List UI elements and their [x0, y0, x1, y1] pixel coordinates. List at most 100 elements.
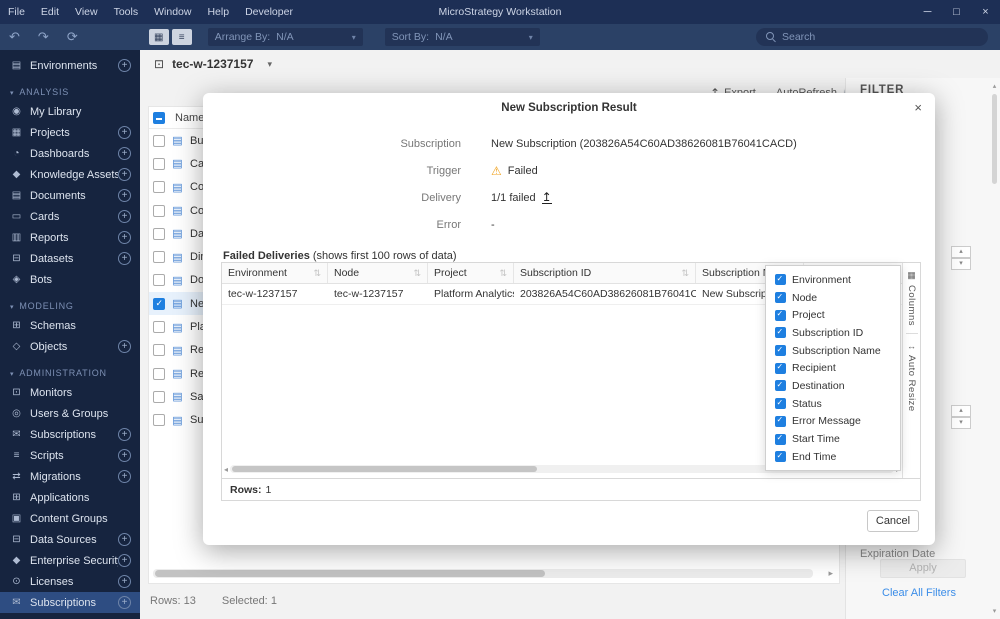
add-icon[interactable]: +	[118, 554, 131, 567]
row-checkbox[interactable]	[153, 251, 165, 264]
sidebar-item[interactable]: ◇ Objects +	[0, 336, 140, 357]
add-icon[interactable]: +	[118, 147, 131, 160]
search-box[interactable]	[756, 28, 988, 46]
menu-item[interactable]: Help	[199, 0, 237, 24]
apply-button[interactable]: Apply	[880, 559, 966, 578]
column-toggle-item[interactable]: End Time	[766, 448, 900, 466]
stepper-down-icon[interactable]: ▾	[951, 417, 971, 429]
horizontal-scrollbar[interactable]	[153, 569, 813, 578]
list-view-button[interactable]: ≡	[171, 29, 192, 45]
undo-icon[interactable]: ↶	[0, 29, 29, 45]
columns-icon[interactable]: ▦	[907, 270, 916, 281]
export-icon[interactable]: ↥	[541, 191, 552, 204]
table-column-header[interactable]: Subscription ID ⇅	[514, 263, 696, 283]
sidebar-item[interactable]: ⊟ Data Sources +	[0, 529, 140, 550]
sidebar-item[interactable]: ◔ Dashboards +	[0, 143, 140, 164]
column-toggle-item[interactable]: Subscription ID	[766, 324, 900, 342]
sidebar-item[interactable]: ▥ Reports +	[0, 227, 140, 248]
sidebar-item[interactable]: ✉ Subscriptions +	[0, 592, 140, 613]
column-checkbox[interactable]	[775, 433, 786, 445]
row-checkbox[interactable]	[153, 297, 165, 310]
add-icon[interactable]: +	[118, 533, 131, 546]
scrollbar-thumb[interactable]	[992, 94, 997, 184]
sidebar-item[interactable]: ◉ My Library +	[0, 101, 140, 122]
column-checkbox[interactable]	[775, 345, 786, 357]
sidebar-section-header[interactable]: ▾ ADMINISTRATION	[0, 357, 140, 382]
autoresize-icon[interactable]: ↔	[907, 341, 916, 351]
menu-item[interactable]: File	[0, 0, 33, 24]
close-icon[interactable]: ×	[914, 100, 922, 115]
clear-all-filters-link[interactable]: Clear All Filters	[882, 587, 956, 599]
sidebar-item[interactable]: ⊟ Datasets +	[0, 248, 140, 269]
column-toggle-item[interactable]: Subscription Name	[766, 342, 900, 360]
column-toggle-item[interactable]: Error Message	[766, 413, 900, 431]
sidebar-item[interactable]: ▣ Content Groups +	[0, 508, 140, 529]
table-column-header[interactable]: Environment ⇅	[222, 263, 328, 283]
sort-by-dropdown[interactable]: Sort By: N/A ▾	[384, 28, 540, 46]
row-checkbox[interactable]	[153, 344, 165, 357]
add-icon[interactable]: +	[118, 340, 131, 353]
scroll-right-icon[interactable]: ▸	[828, 568, 833, 579]
sidebar-section-header[interactable]: ▾ ANALYSIS	[0, 76, 140, 101]
sidebar-item[interactable]: ◈ Bots +	[0, 269, 140, 290]
column-checkbox[interactable]	[775, 451, 786, 463]
maximize-button[interactable]: □	[942, 0, 971, 24]
redo-icon[interactable]: ↷	[29, 29, 58, 45]
column-checkbox[interactable]	[775, 327, 786, 339]
stepper-down-icon[interactable]: ▾	[951, 258, 971, 270]
sidebar-item[interactable]: ▤ Environments +	[0, 55, 140, 76]
menu-item[interactable]: Edit	[33, 0, 67, 24]
sidebar-item[interactable]: ⊡ Monitors +	[0, 382, 140, 403]
column-toggle-item[interactable]: Status	[766, 395, 900, 413]
menu-item[interactable]: Developer	[237, 0, 301, 24]
row-checkbox[interactable]	[153, 367, 165, 380]
sort-icon[interactable]: ⇅	[681, 268, 689, 279]
table-column-header[interactable]: Node ⇅	[328, 263, 428, 283]
scroll-down-icon[interactable]: ▾	[990, 607, 999, 615]
auto-resize-tab[interactable]: Auto Resize	[906, 355, 917, 412]
sidebar-item[interactable]: ▤ Documents +	[0, 185, 140, 206]
column-checkbox[interactable]	[775, 309, 786, 321]
add-icon[interactable]: +	[118, 575, 131, 588]
sidebar-item[interactable]: ⊞ Applications +	[0, 487, 140, 508]
scroll-up-icon[interactable]: ▴	[990, 82, 999, 90]
select-all-checkbox[interactable]	[153, 111, 165, 124]
add-icon[interactable]: +	[118, 449, 131, 462]
refresh-icon[interactable]: ⟳	[58, 29, 87, 45]
column-toggle-item[interactable]: Node	[766, 289, 900, 307]
sidebar-item[interactable]: ≡ Scripts +	[0, 445, 140, 466]
column-toggle-item[interactable]: Start Time	[766, 430, 900, 448]
row-checkbox[interactable]	[153, 390, 165, 403]
sidebar-item[interactable]: ◆ Enterprise Security +	[0, 550, 140, 571]
add-icon[interactable]: +	[118, 252, 131, 265]
search-input[interactable]	[782, 31, 962, 43]
chevron-down-icon[interactable]: ▾	[267, 59, 272, 70]
sidebar-section-header[interactable]: ▾ MODELING	[0, 290, 140, 315]
column-checkbox[interactable]	[775, 398, 786, 410]
add-icon[interactable]: +	[118, 596, 131, 609]
sidebar-item[interactable]: ◆ Knowledge Assets +	[0, 164, 140, 185]
sidebar-item[interactable]: ⇄ Migrations +	[0, 466, 140, 487]
stepper-up-icon[interactable]: ▴	[951, 405, 971, 417]
add-icon[interactable]: +	[118, 470, 131, 483]
add-icon[interactable]: +	[118, 210, 131, 223]
column-checkbox[interactable]	[775, 380, 786, 392]
sidebar-item[interactable]: ◎ Users & Groups +	[0, 403, 140, 424]
add-icon[interactable]: +	[118, 59, 131, 72]
add-icon[interactable]: +	[118, 231, 131, 244]
sidebar-item[interactable]: ⊞ Schemas +	[0, 315, 140, 336]
row-checkbox[interactable]	[153, 414, 165, 427]
row-checkbox[interactable]	[153, 274, 165, 287]
column-toggle-item[interactable]: Recipient	[766, 359, 900, 377]
add-icon[interactable]: +	[118, 189, 131, 202]
column-toggle-item[interactable]: Project	[766, 306, 900, 324]
name-column-header[interactable]: Name	[175, 112, 204, 124]
sort-icon[interactable]: ⇅	[313, 268, 321, 279]
scrollbar-thumb[interactable]	[232, 466, 538, 472]
row-checkbox[interactable]	[153, 227, 165, 240]
column-checkbox[interactable]	[775, 292, 786, 304]
scroll-left-icon[interactable]: ◂	[224, 465, 228, 474]
sidebar-item[interactable]: ▦ Projects +	[0, 122, 140, 143]
menu-item[interactable]: View	[67, 0, 106, 24]
stepper-up-icon[interactable]: ▴	[951, 246, 971, 258]
